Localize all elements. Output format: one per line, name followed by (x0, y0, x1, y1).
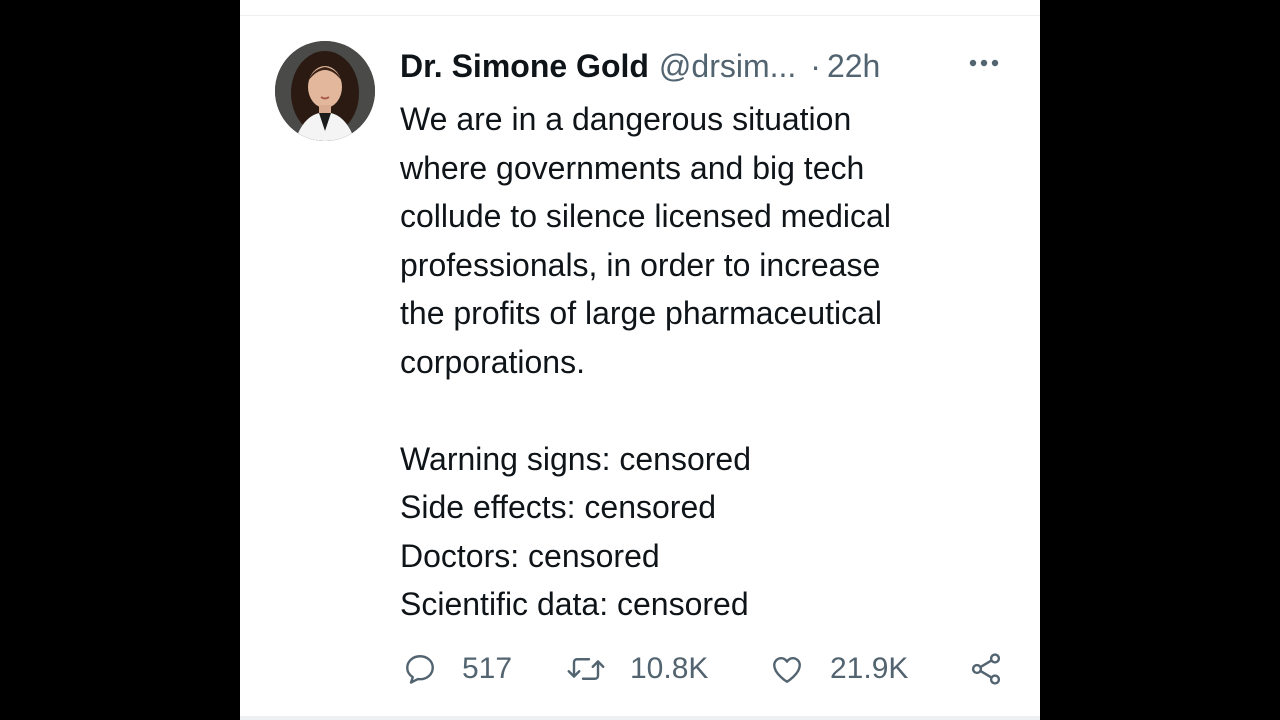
share-icon (971, 653, 1001, 685)
display-name[interactable]: Dr. Simone Gold (400, 44, 649, 88)
video-frame: Dr. Simone Gold @drsim... · 22h We are i… (0, 0, 1280, 720)
like-count: 21.9K (830, 652, 909, 685)
retweet-icon (567, 658, 605, 680)
user-handle[interactable]: @drsim... (659, 44, 796, 88)
like-button[interactable]: 21.9K (768, 646, 908, 692)
bottom-divider (240, 716, 1040, 720)
tweet-header: Dr. Simone Gold @drsim... · 22h (400, 44, 880, 88)
top-divider (240, 15, 1040, 16)
tweet-line: Doctors: censored (400, 537, 660, 574)
reply-icon (406, 655, 434, 684)
reply-button[interactable]: 517 (402, 646, 512, 692)
retweet-button[interactable]: 10.8K (566, 646, 708, 692)
share-button[interactable] (968, 646, 1004, 692)
tweet-line: We are in a dangerous situation (400, 101, 852, 137)
tweet-text: We are in a dangerous situation where go… (400, 95, 1000, 629)
tweet-line: Warning signs: censored (400, 440, 751, 477)
like-icon (773, 657, 801, 683)
tweet-line: corporations. (400, 343, 585, 380)
tweet-card[interactable]: Dr. Simone Gold @drsim... · 22h We are i… (240, 0, 1040, 720)
tweet-line: professionals, in order to increase (400, 246, 881, 283)
retweet-count: 10.8K (630, 652, 709, 685)
more-options-button[interactable] (962, 48, 1006, 78)
more-icon (969, 59, 999, 67)
tweet-line: the profits of large pharmaceutical (400, 295, 883, 331)
avatar[interactable] (275, 41, 375, 141)
timestamp[interactable]: 22h (827, 44, 880, 88)
tweet-line: Side effects: censored (400, 489, 717, 525)
tweet-line: Scientific data: censored (400, 586, 749, 622)
tweet-line: where governments and big tech (400, 149, 865, 186)
header-separator: · (810, 48, 821, 84)
tweet-line: collude to silence licensed medical (400, 198, 891, 234)
tweet-actions: 517 10.8K 21.9K (240, 646, 1040, 692)
avatar-image (275, 41, 375, 141)
reply-count: 517 (462, 652, 513, 685)
